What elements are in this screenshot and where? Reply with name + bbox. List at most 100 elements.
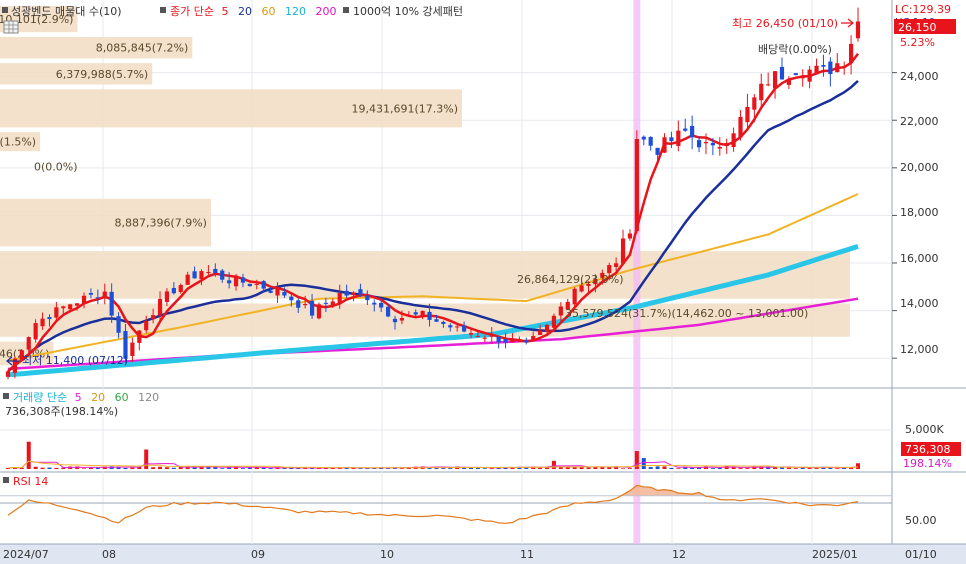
- volume-bar: [358, 468, 363, 469]
- candle-body: [54, 307, 59, 318]
- volume-bar: [793, 468, 798, 469]
- candle-body: [607, 265, 612, 274]
- candle-body: [648, 136, 653, 146]
- candle-body: [842, 66, 847, 68]
- ma-period-120: 120: [285, 5, 306, 18]
- price-tick-12000: 12,000: [900, 343, 939, 356]
- volume-bar: [220, 468, 225, 469]
- volume-ma-120: 120: [138, 391, 159, 404]
- candle-body: [116, 316, 121, 333]
- volume-current-value: 736,308: [905, 443, 951, 456]
- volume-bar: [482, 468, 487, 469]
- candle-body: [766, 84, 771, 86]
- ma-period-60: 60: [261, 5, 275, 18]
- volume-title: 거래량 단순: [13, 391, 67, 404]
- candle-body: [220, 270, 225, 280]
- candle-body: [144, 320, 149, 331]
- candle-body: [724, 142, 729, 147]
- candle-body: [461, 325, 467, 332]
- x-label-08: 08: [102, 548, 116, 561]
- x-label-2025-01: 2025/01: [812, 548, 858, 561]
- candle-body: [316, 304, 322, 319]
- candle-body: [448, 325, 453, 328]
- candle-body: [814, 65, 819, 75]
- stock-chart: 3,210,101(2.9%)8,085,845(7.2%)6,379,988(…: [0, 0, 966, 564]
- candle-body: [40, 318, 45, 327]
- price-tick-24000: 24,000: [900, 70, 939, 83]
- candle-body: [247, 283, 252, 287]
- rsi-title: RSI 14: [13, 475, 48, 488]
- volume-bar: [835, 468, 840, 469]
- candle-body: [47, 317, 52, 320]
- volume-bar: [268, 468, 273, 469]
- current-price: 26,150: [898, 21, 937, 34]
- volume-bar: [551, 460, 556, 469]
- candle-body: [669, 137, 674, 142]
- volume-legend-square: [3, 393, 9, 399]
- candle-body: [289, 296, 294, 301]
- candle-body: [772, 71, 778, 89]
- candle-body: [75, 303, 80, 306]
- candle-body: [303, 303, 308, 306]
- candle-body: [26, 337, 31, 350]
- candle-body: [61, 306, 66, 309]
- rsi-legend-square: [3, 477, 9, 483]
- candle-body: [5, 371, 11, 377]
- x-label-2024-07: 2024/07: [3, 548, 49, 561]
- candle-body: [662, 137, 667, 153]
- volume-bar: [88, 467, 93, 469]
- volume-bar: [710, 468, 715, 469]
- volume-profile-band: [0, 251, 850, 299]
- volume-bar: [26, 441, 31, 469]
- candle-body: [240, 277, 246, 283]
- candle-body: [275, 288, 280, 296]
- candle-body: [206, 271, 211, 274]
- candle-body: [323, 302, 328, 304]
- price-tick-14000: 14,000: [900, 297, 939, 310]
- volume-bar: [745, 468, 750, 469]
- candle-body: [164, 291, 170, 303]
- high-note: 최고 26,450 (01/10): [732, 17, 838, 30]
- candle-body: [109, 291, 114, 316]
- ma-label: 종가 단순: [170, 5, 214, 18]
- volume-bar: [641, 458, 646, 469]
- volume-bar: [399, 468, 404, 469]
- right-axis-panel: [892, 0, 966, 564]
- volume-bar: [655, 466, 660, 469]
- candle-body: [351, 292, 356, 295]
- volume-current-pct: 198.14%: [903, 457, 952, 470]
- volume-bar: [448, 468, 453, 469]
- volume-bar: [164, 467, 169, 469]
- candle-body: [696, 140, 702, 148]
- volume-bar: [717, 467, 722, 469]
- candle-body: [475, 336, 481, 338]
- price-tick-22000: 22,000: [900, 115, 939, 128]
- price-tick-20000: 20,000: [900, 161, 939, 174]
- volume-bar: [662, 466, 667, 469]
- volume-bar: [738, 468, 743, 469]
- x-label-10: 10: [380, 548, 394, 561]
- ma-period-20: 20: [238, 5, 252, 18]
- candle-body: [690, 126, 695, 138]
- lc-label: LC:129.39: [895, 3, 951, 16]
- volume-tick-5000k: 5,000K: [905, 423, 944, 436]
- candle-body: [88, 292, 94, 295]
- low-note: 최저 11,400 (07/12): [22, 354, 128, 367]
- candle-body: [282, 292, 287, 296]
- volume-profile-label: 6,379,988(5.7%): [56, 68, 149, 81]
- x-label-12: 12: [672, 548, 686, 561]
- candle-body: [544, 324, 550, 332]
- volume-bar: [240, 468, 245, 469]
- candle-body: [468, 333, 474, 335]
- candle-body: [68, 304, 73, 310]
- candle-body: [178, 285, 183, 292]
- candle-body: [233, 275, 239, 287]
- candle-body: [855, 21, 861, 39]
- candle-body: [710, 142, 715, 146]
- volume-bar: [676, 468, 681, 469]
- candle-body: [620, 238, 626, 264]
- grid-toggle-icon[interactable]: [3, 20, 19, 34]
- candle-body: [427, 311, 432, 320]
- candle-body: [558, 306, 563, 316]
- candle-body: [703, 142, 709, 144]
